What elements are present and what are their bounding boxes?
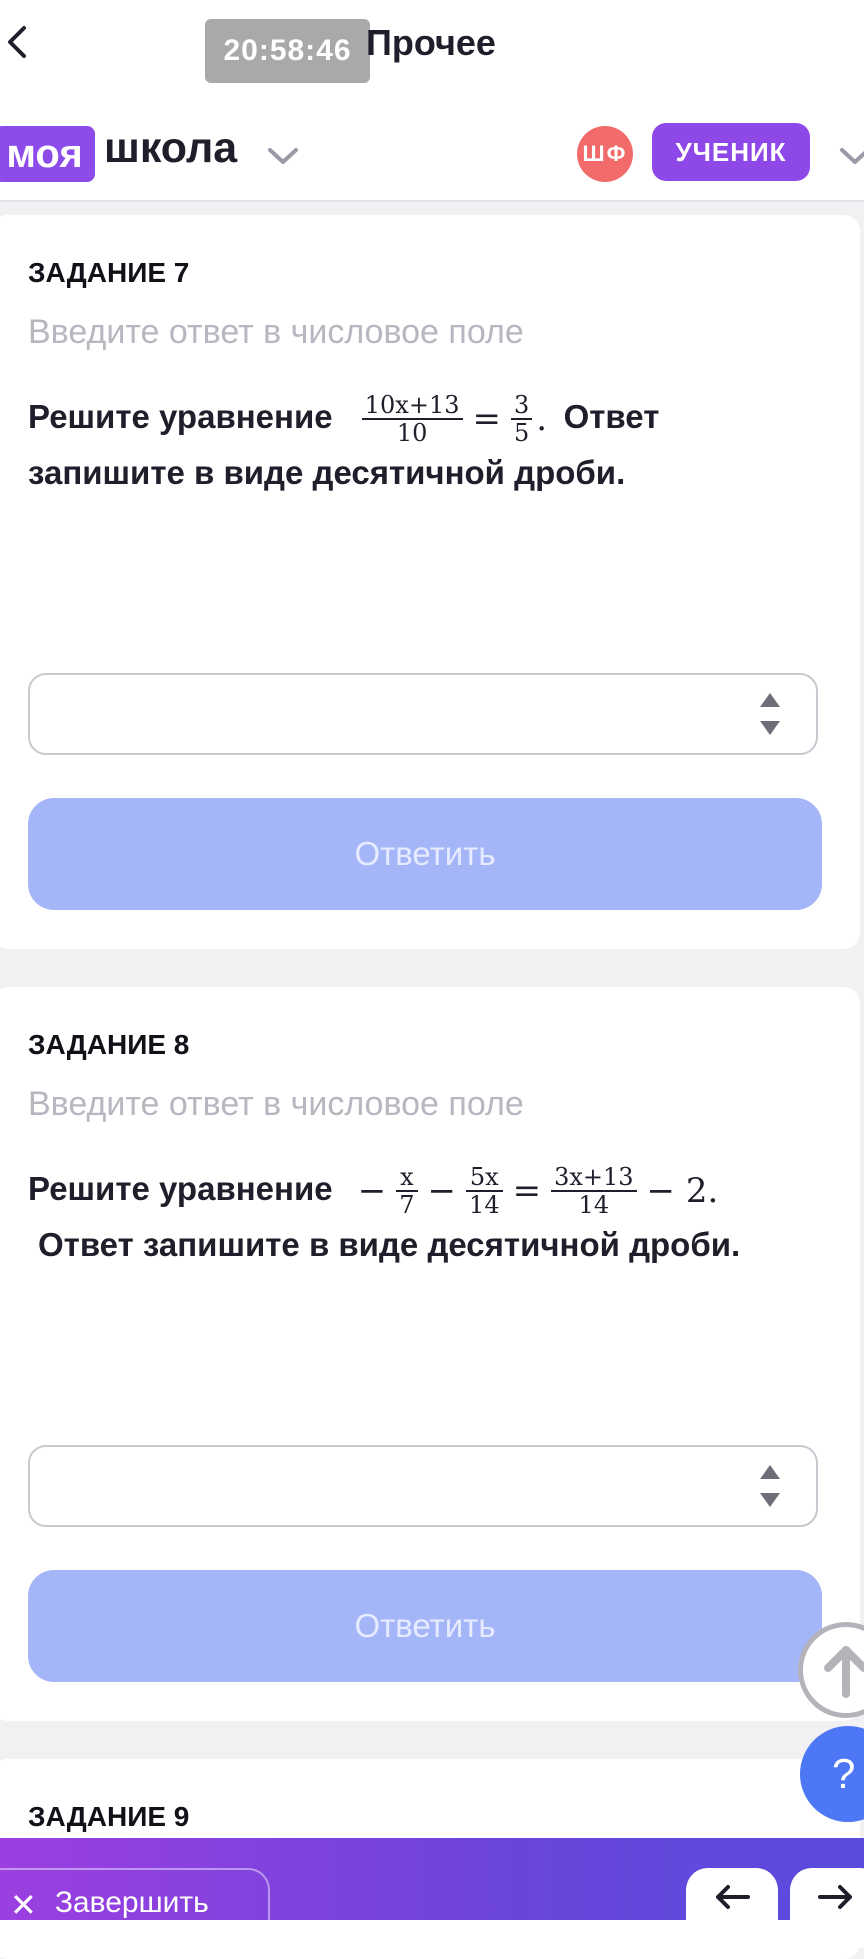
task-question: Решите уравнение 10x+13 10 = 3 5 . Ответ…	[28, 390, 788, 500]
minus-sign: −	[427, 1171, 457, 1211]
app-header: моя школа ШФ УЧЕНИК	[0, 88, 864, 202]
role-badge[interactable]: УЧЕНИК	[652, 123, 810, 181]
back-arrow-icon	[8, 26, 26, 58]
fraction: 3x+13 14	[551, 1164, 637, 1219]
period: .	[536, 399, 548, 439]
numerator: 5x	[466, 1164, 503, 1192]
prev-task-button[interactable]	[686, 1868, 778, 1948]
task-card-8: ЗАДАНИЕ 8 Введите ответ в числовое поле …	[0, 987, 860, 1721]
arrow-left-icon	[716, 1885, 750, 1909]
arrow-up-icon	[824, 1646, 864, 1698]
question-text: Ответ	[563, 398, 660, 435]
timer-badge: 20:58:46	[205, 19, 370, 83]
question-text: Решите уравнение	[28, 398, 333, 435]
finish-button[interactable]: ✕ Завершить	[0, 1868, 270, 1948]
submit-button[interactable]: Ответить	[28, 798, 822, 910]
stepper-icon[interactable]	[756, 689, 784, 739]
logo-badge[interactable]: моя	[0, 126, 95, 182]
denominator: 14	[578, 1191, 610, 1219]
top-nav-bar: 20:58:46 Прочее	[0, 0, 864, 88]
avatar[interactable]: ШФ	[577, 126, 633, 182]
next-task-button[interactable]	[790, 1868, 864, 1948]
equals-sign: =	[472, 399, 502, 439]
fraction: 3 5	[511, 392, 533, 447]
task-hint: Введите ответ в числовое поле	[28, 313, 524, 351]
numerator: 3x+13	[551, 1164, 637, 1192]
close-icon: ✕	[10, 1887, 37, 1923]
task-card-7: ЗАДАНИЕ 7 Введите ответ в числовое поле …	[0, 215, 860, 949]
fraction: 5x 14	[466, 1164, 503, 1218]
equation: − x 7 − 5x 14 = 3x+13 14 − 2.	[357, 1164, 725, 1218]
bottom-bar: ✕ Завершить	[0, 1838, 864, 1948]
equals-sign: =	[512, 1171, 542, 1211]
task-question: Решите уравнение − x 7 − 5x 14 = 3x+13 1…	[28, 1162, 788, 1272]
page-title: Прочее	[366, 22, 496, 63]
denominator: 14	[469, 1191, 500, 1219]
stepper-icon[interactable]	[756, 1461, 784, 1511]
equation: 10x+13 10 = 3 5 .	[358, 392, 564, 446]
task-hint: Введите ответ в числовое поле	[28, 1085, 524, 1123]
question-text: Решите уравнение	[28, 1170, 333, 1207]
task-label: ЗАДАНИЕ 9	[28, 1801, 190, 1832]
numerator: 3	[511, 392, 533, 420]
chevron-down-icon[interactable]	[838, 144, 864, 168]
back-button[interactable]	[2, 20, 42, 64]
equation-tail: − 2.	[646, 1171, 719, 1211]
minus-sign: −	[357, 1171, 387, 1211]
submit-button[interactable]: Ответить	[28, 1570, 822, 1682]
arrow-right-icon	[818, 1885, 852, 1909]
question-text: запишите в виде десятичной дроби.	[28, 454, 626, 491]
denominator: 10	[396, 419, 428, 447]
denominator: 5	[514, 419, 530, 447]
denominator: 7	[399, 1191, 415, 1219]
question-text: Ответ запишите в виде десятичной дроби.	[38, 1226, 741, 1263]
answer-input[interactable]	[28, 1445, 818, 1527]
task-label: ЗАДАНИЕ 7	[28, 257, 190, 288]
finish-label: Завершить	[54, 1886, 209, 1919]
numerator: 10x+13	[361, 392, 463, 420]
logo-text[interactable]: школа	[104, 124, 237, 173]
numerator: x	[396, 1164, 418, 1192]
fraction: 10x+13 10	[361, 392, 463, 447]
answer-input[interactable]	[28, 673, 818, 755]
chevron-down-icon[interactable]	[266, 144, 300, 168]
fraction: x 7	[396, 1164, 418, 1219]
task-label: ЗАДАНИЕ 8	[28, 1029, 190, 1060]
